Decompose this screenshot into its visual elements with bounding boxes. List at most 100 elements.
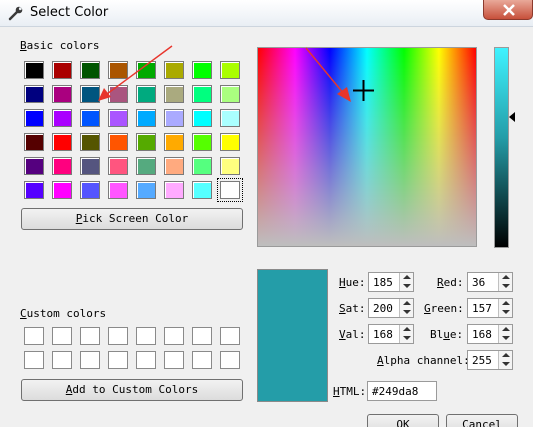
basic-color-swatch[interactable]: [52, 109, 72, 127]
basic-color-swatch[interactable]: [24, 157, 44, 175]
red-spinbox[interactable]: 36: [467, 272, 513, 292]
custom-colors-label: Custom colors: [20, 307, 107, 320]
custom-color-swatch[interactable]: [24, 327, 44, 345]
custom-color-swatch[interactable]: [192, 351, 212, 369]
basic-color-swatch[interactable]: [192, 85, 212, 103]
basic-color-swatch[interactable]: [217, 178, 243, 202]
basic-color-swatch[interactable]: [136, 109, 156, 127]
val-spin-arrows[interactable]: [399, 325, 413, 343]
sat-label: Sat:: [339, 302, 366, 315]
basic-color-swatch[interactable]: [108, 181, 128, 199]
basic-color-swatch[interactable]: [220, 109, 240, 127]
custom-color-swatch[interactable]: [108, 351, 128, 369]
custom-color-swatch[interactable]: [220, 327, 240, 345]
html-input[interactable]: #249da8: [367, 381, 437, 401]
cancel-button[interactable]: Cancel: [446, 414, 518, 427]
red-label: Red:: [437, 276, 464, 289]
basic-color-swatch[interactable]: [80, 133, 100, 151]
html-label: HTML:: [333, 385, 367, 398]
basic-color-swatch[interactable]: [164, 133, 184, 151]
custom-color-swatch[interactable]: [52, 327, 72, 345]
value-slider[interactable]: [494, 47, 509, 248]
basic-color-swatch[interactable]: [192, 181, 212, 199]
hue-saturation-field[interactable]: [257, 47, 477, 247]
add-to-custom-colors-button[interactable]: Add to Custom Colors: [21, 379, 243, 401]
basic-color-swatch[interactable]: [220, 157, 240, 175]
basic-color-swatch[interactable]: [24, 181, 44, 199]
basic-color-swatch[interactable]: [108, 109, 128, 127]
alpha-spinbox[interactable]: 255: [467, 350, 513, 370]
green-spinbox[interactable]: 157: [467, 298, 513, 318]
custom-color-swatch[interactable]: [192, 327, 212, 345]
color-preview: [257, 269, 328, 402]
basic-color-swatch[interactable]: [108, 157, 128, 175]
custom-color-swatch[interactable]: [164, 351, 184, 369]
alpha-spin-arrows[interactable]: [498, 351, 512, 369]
sat-spinbox[interactable]: 200: [368, 298, 414, 318]
red-spin-arrows[interactable]: [498, 273, 512, 291]
basic-color-swatch[interactable]: [24, 61, 44, 79]
custom-color-swatch[interactable]: [108, 327, 128, 345]
custom-color-swatch[interactable]: [220, 351, 240, 369]
basic-color-swatch[interactable]: [80, 85, 100, 103]
custom-color-swatch[interactable]: [52, 351, 72, 369]
custom-color-swatch[interactable]: [164, 327, 184, 345]
val-spinbox[interactable]: 168: [368, 324, 414, 344]
alpha-channel-label: Alpha channel:: [377, 354, 470, 367]
custom-color-swatch[interactable]: [80, 351, 100, 369]
basic-color-swatch[interactable]: [24, 133, 44, 151]
blue-value: 168: [472, 328, 492, 341]
basic-color-swatch[interactable]: [164, 157, 184, 175]
basic-color-swatch[interactable]: [164, 85, 184, 103]
pick-screen-color-button[interactable]: Pick Screen Color: [21, 208, 243, 230]
basic-color-swatch[interactable]: [52, 157, 72, 175]
basic-color-swatch[interactable]: [136, 133, 156, 151]
slider-pointer-icon: [509, 112, 515, 122]
basic-color-swatch[interactable]: [108, 133, 128, 151]
basic-color-swatch[interactable]: [52, 181, 72, 199]
close-button[interactable]: [483, 0, 533, 20]
basic-color-swatch[interactable]: [220, 133, 240, 151]
val-value: 168: [373, 328, 393, 341]
alpha-value: 255: [472, 354, 492, 367]
basic-color-swatch[interactable]: [164, 61, 184, 79]
basic-color-swatch[interactable]: [108, 85, 128, 103]
basic-color-swatch[interactable]: [80, 61, 100, 79]
basic-color-swatch[interactable]: [220, 85, 240, 103]
basic-color-swatch[interactable]: [80, 157, 100, 175]
blue-spinbox[interactable]: 168: [467, 324, 513, 344]
basic-color-swatch[interactable]: [136, 85, 156, 103]
basic-color-swatch[interactable]: [220, 61, 240, 79]
custom-color-swatch[interactable]: [136, 351, 156, 369]
add-to-custom-colors-label: Add to Custom Colors: [65, 383, 199, 396]
green-spin-arrows[interactable]: [498, 299, 512, 317]
custom-color-swatch[interactable]: [136, 327, 156, 345]
basic-color-swatch[interactable]: [136, 181, 156, 199]
hue-spinbox[interactable]: 185: [368, 272, 414, 292]
basic-color-swatch[interactable]: [192, 61, 212, 79]
ok-button[interactable]: OK: [367, 414, 439, 427]
basic-color-swatch[interactable]: [136, 157, 156, 175]
custom-color-swatch[interactable]: [80, 327, 100, 345]
basic-color-swatch[interactable]: [192, 109, 212, 127]
basic-color-swatch[interactable]: [80, 109, 100, 127]
basic-color-swatch[interactable]: [164, 109, 184, 127]
basic-color-swatch[interactable]: [24, 85, 44, 103]
blue-label: Blue:: [430, 328, 464, 341]
basic-color-swatch[interactable]: [192, 157, 212, 175]
basic-color-swatch[interactable]: [164, 181, 184, 199]
hue-spin-arrows[interactable]: [399, 273, 413, 291]
sat-value: 200: [373, 302, 393, 315]
basic-color-swatch[interactable]: [108, 61, 128, 79]
basic-color-swatch[interactable]: [52, 61, 72, 79]
basic-color-swatch[interactable]: [24, 109, 44, 127]
sat-spin-arrows[interactable]: [399, 299, 413, 317]
cancel-label: Cancel: [462, 418, 502, 427]
basic-color-swatch[interactable]: [52, 85, 72, 103]
basic-color-swatch[interactable]: [136, 61, 156, 79]
basic-color-swatch[interactable]: [80, 181, 100, 199]
basic-color-swatch[interactable]: [192, 133, 212, 151]
custom-color-swatch[interactable]: [24, 351, 44, 369]
basic-color-swatch[interactable]: [52, 133, 72, 151]
blue-spin-arrows[interactable]: [498, 325, 512, 343]
